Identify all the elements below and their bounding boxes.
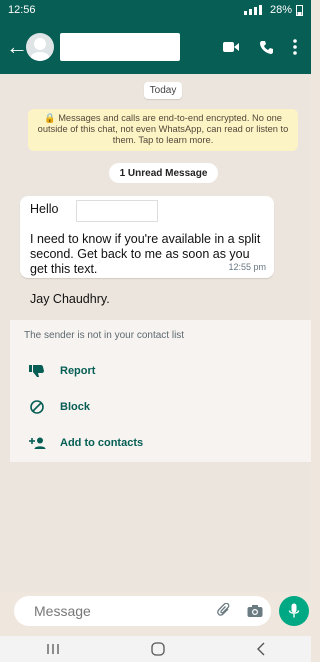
microphone-icon (288, 603, 300, 618)
add-to-contacts-button[interactable]: Add to contacts (24, 425, 297, 461)
unread-badge: 1 Unread Message (109, 163, 218, 183)
thumbs-down-icon (24, 364, 50, 378)
report-button[interactable]: Report (24, 353, 297, 389)
add-to-contacts-label: Add to contacts (60, 437, 144, 449)
battery-label: 28% (269, 4, 292, 16)
home-icon[interactable] (150, 642, 165, 656)
system-navigation-bar (0, 636, 311, 662)
chat-header: ← (0, 20, 311, 74)
message-bubble[interactable]: Hello I need to know if you're available… (20, 196, 274, 306)
voice-call-icon[interactable] (259, 40, 273, 54)
back-nav-icon[interactable] (256, 642, 266, 656)
video-call-icon[interactable] (223, 41, 239, 53)
unknown-sender-note: The sender is not in your contact list (24, 330, 185, 341)
message-composer (14, 596, 271, 626)
camera-icon[interactable] (247, 604, 263, 618)
block-icon (24, 400, 50, 414)
signal-icon (243, 5, 262, 15)
avatar[interactable] (26, 33, 54, 61)
unknown-sender-panel: The sender is not in your contact list R… (10, 320, 311, 462)
message-input[interactable] (32, 602, 217, 620)
more-options-icon[interactable] (293, 39, 297, 55)
attach-icon[interactable] (217, 603, 231, 619)
block-button[interactable]: Block (24, 389, 297, 425)
encryption-notice[interactable]: 🔒 Messages and calls are end-to-end encr… (28, 109, 298, 151)
message-time: 12:55 pm (228, 262, 266, 272)
status-time: 12:56 (8, 4, 36, 16)
back-arrow-icon[interactable]: ← (6, 34, 28, 60)
battery-icon (296, 5, 303, 16)
status-bar: 12:56 28% (0, 0, 311, 20)
add-person-icon (24, 437, 50, 449)
redacted-name (76, 200, 158, 222)
recent-apps-icon[interactable] (46, 643, 60, 655)
report-label: Report (60, 365, 96, 377)
status-icons: 28% (243, 4, 303, 16)
contact-name-redacted[interactable] (60, 33, 180, 61)
voice-message-button[interactable] (279, 596, 309, 626)
block-label: Block (60, 401, 90, 413)
date-chip: Today (144, 82, 182, 99)
default-avatar-icon (30, 38, 50, 61)
